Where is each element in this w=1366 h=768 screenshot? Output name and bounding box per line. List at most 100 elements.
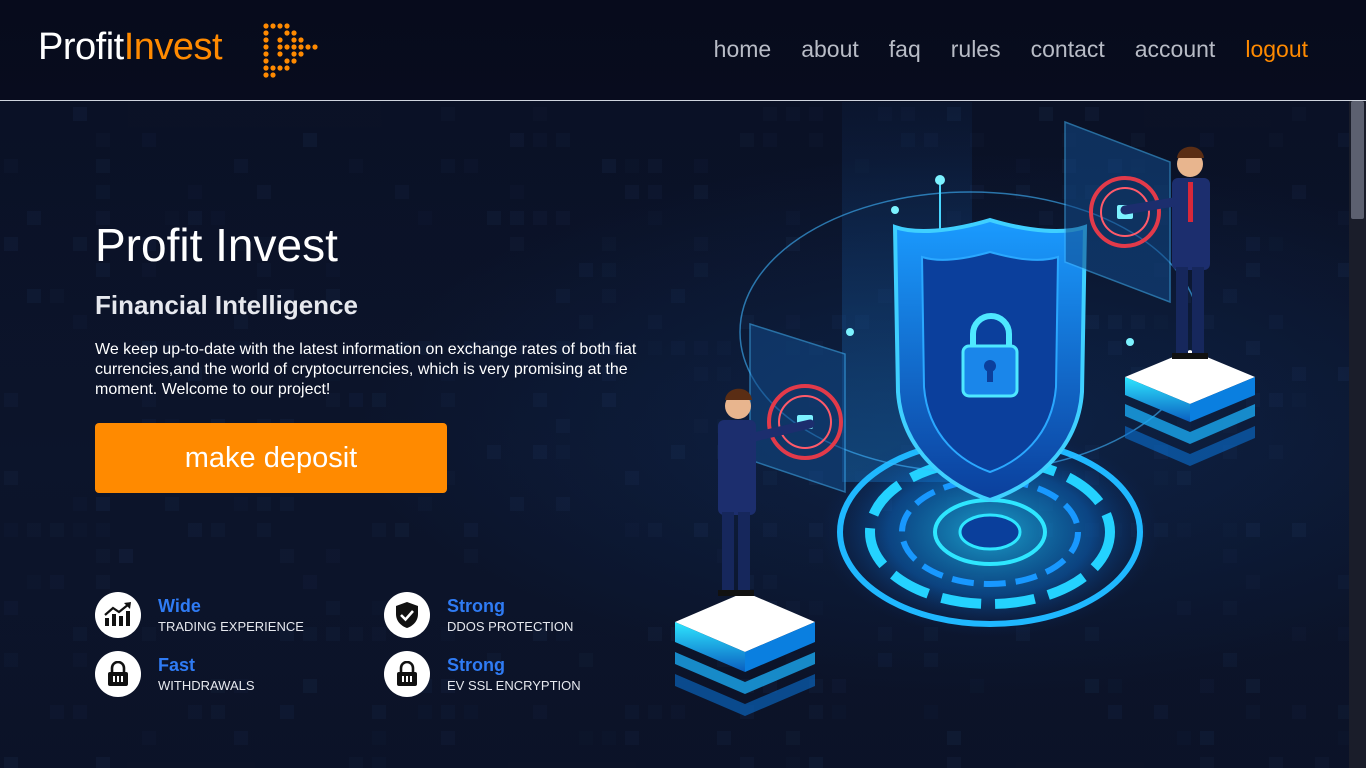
matrix-square (73, 653, 87, 667)
matrix-square (579, 315, 593, 329)
feature-title: Strong (447, 595, 505, 616)
matrix-square (280, 705, 294, 719)
matrix-square (234, 497, 248, 511)
matrix-square (211, 523, 225, 537)
scrollbar-thumb[interactable] (1351, 101, 1364, 219)
matrix-square (533, 211, 547, 225)
matrix-square (441, 731, 455, 745)
matrix-square (510, 211, 524, 225)
matrix-square (50, 705, 64, 719)
matrix-square (73, 627, 87, 641)
matrix-square (73, 237, 87, 251)
matrix-square (395, 523, 409, 537)
matrix-square (50, 289, 64, 303)
matrix-square (349, 627, 363, 641)
matrix-square (96, 133, 110, 147)
matrix-square (648, 185, 662, 199)
matrix-square (510, 237, 524, 251)
matrix-square (602, 731, 616, 745)
matrix-square (257, 523, 271, 537)
main-nav: home about faq rules contact account log… (714, 36, 1308, 63)
matrix-square (142, 133, 156, 147)
nav-logout[interactable]: logout (1245, 36, 1308, 63)
matrix-square (625, 705, 639, 719)
matrix-square (625, 523, 639, 537)
matrix-square (96, 523, 110, 537)
matrix-square (303, 575, 317, 589)
matrix-square (372, 731, 386, 745)
matrix-square (556, 289, 570, 303)
logo[interactable]: ProfitInvest (38, 26, 223, 69)
matrix-square (648, 315, 662, 329)
feature-caption: DDOS PROTECTION (447, 618, 574, 634)
matrix-square (326, 549, 340, 563)
matrix-square (441, 107, 455, 121)
matrix-square (142, 731, 156, 745)
matrix-square (4, 237, 18, 251)
matrix-square (625, 185, 639, 199)
nav-home[interactable]: home (714, 36, 772, 63)
matrix-square (1292, 107, 1306, 121)
nav-rules[interactable]: rules (951, 36, 1001, 63)
nav-account[interactable]: account (1135, 36, 1216, 63)
matrix-square (510, 185, 524, 199)
matrix-square (27, 575, 41, 589)
hero-subtitle: Financial Intelligence (95, 290, 358, 320)
matrix-square (533, 133, 547, 147)
matrix-square (4, 757, 18, 768)
feature-title: Wide (158, 595, 201, 616)
matrix-square (533, 445, 547, 459)
lock-icon (384, 651, 430, 697)
feature-title: Fast (158, 654, 196, 675)
matrix-square (602, 263, 616, 277)
matrix-square (510, 133, 524, 147)
matrix-square (602, 289, 616, 303)
matrix-square (165, 497, 179, 511)
matrix-square (1292, 705, 1306, 719)
matrix-square (96, 549, 110, 563)
matrix-square (303, 133, 317, 147)
matrix-square (303, 679, 317, 693)
matrix-square (625, 159, 639, 173)
make-deposit-button[interactable]: make deposit (95, 423, 447, 493)
matrix-square (1315, 757, 1329, 768)
matrix-square (280, 549, 294, 563)
matrix-square (1292, 523, 1306, 537)
feature-caption: TRADING EXPERIENCE (158, 618, 304, 634)
matrix-square (441, 705, 455, 719)
matrix-square (73, 523, 87, 537)
page-scrollbar[interactable] (1349, 101, 1366, 768)
matrix-square (4, 523, 18, 537)
matrix-square (119, 549, 133, 563)
matrix-square (579, 653, 593, 667)
feature-caption: EV SSL ENCRYPTION (447, 677, 581, 693)
dotted-arrow-logo-icon (263, 23, 318, 78)
matrix-square (4, 471, 18, 485)
feature-title: Strong (447, 654, 505, 675)
feature-item: Strong EV SSL ENCRYPTION (384, 651, 581, 697)
matrix-square (96, 575, 110, 589)
feature-caption: WITHDRAWALS (158, 677, 255, 693)
matrix-square (464, 705, 478, 719)
matrix-square (1292, 367, 1306, 381)
nav-about[interactable]: about (801, 36, 859, 63)
nav-contact[interactable]: contact (1031, 36, 1105, 63)
matrix-square (556, 445, 570, 459)
matrix-square (556, 419, 570, 433)
matrix-square (257, 497, 271, 511)
matrix-square (326, 627, 340, 641)
matrix-square (418, 705, 432, 719)
site-header: ProfitInvest home about faq rules contac… (0, 0, 1366, 101)
matrix-square (326, 601, 340, 615)
logo-text-profit: Profit (38, 26, 124, 68)
nav-faq[interactable]: faq (889, 36, 921, 63)
matrix-square (602, 159, 616, 173)
matrix-square (510, 497, 524, 511)
matrix-square (4, 159, 18, 173)
matrix-square (234, 159, 248, 173)
matrix-square (533, 705, 547, 719)
matrix-square (349, 159, 363, 173)
feature-item: Wide TRADING EXPERIENCE (95, 592, 304, 638)
matrix-square (4, 393, 18, 407)
feature-item: Strong DDOS PROTECTION (384, 592, 573, 638)
